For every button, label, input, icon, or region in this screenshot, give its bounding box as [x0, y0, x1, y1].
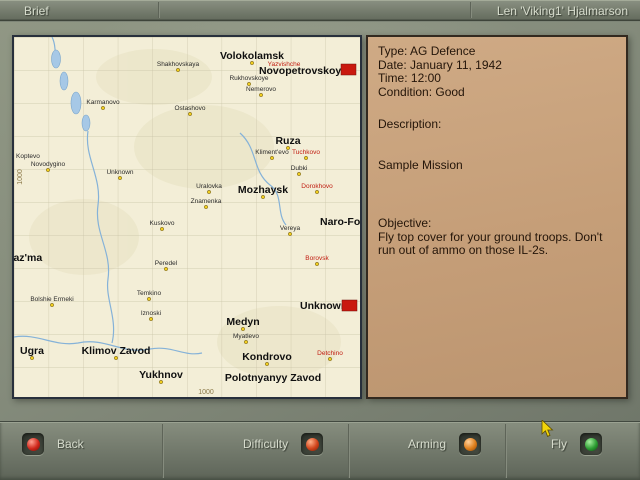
- map-town-label: Ostashovo: [174, 105, 205, 112]
- map-grid: [14, 37, 360, 397]
- map-town-dot: [118, 176, 122, 180]
- map-town-dot: [101, 106, 105, 110]
- map-town-dot: [160, 227, 164, 231]
- top-bar-seam: [158, 2, 160, 18]
- fly-button[interactable]: Fly: [551, 433, 602, 455]
- map-town-dot: [176, 68, 180, 72]
- map-town-label: Nemerovo: [246, 86, 276, 93]
- map-town-label: Ruza: [275, 135, 300, 147]
- map-town-label: Kondrovo: [242, 351, 292, 363]
- map-town-label: 1000: [198, 389, 214, 396]
- map-town-label: Temkino: [137, 290, 162, 297]
- mouse-cursor: [541, 420, 554, 437]
- map-town-label: 1000: [17, 169, 24, 185]
- map-town-dot: [315, 262, 319, 266]
- map-town-label: Znamenka: [191, 198, 222, 205]
- map-town-dot: [297, 172, 301, 176]
- map-town-dot: [164, 267, 168, 271]
- arming-button-label[interactable]: Arming: [408, 437, 446, 451]
- map-town-label: Mozhaysk: [238, 184, 288, 196]
- bottom-bar-seam: [162, 424, 164, 478]
- brief-objective-label: Objective:: [378, 216, 432, 230]
- briefing-panel: Type: AG Defence Date: January 11, 1942 …: [366, 35, 628, 399]
- map-town-dot: [46, 168, 50, 172]
- map-town-dot: [315, 190, 319, 194]
- brief-type-line: Type: AG Defence: [378, 44, 476, 58]
- bottom-bar-seam: [505, 424, 507, 478]
- top-bar: Brief Len 'Viking1' Hjalmarson: [0, 0, 640, 21]
- map-town-label: Ugra: [20, 345, 44, 357]
- map-town-dot: [328, 357, 332, 361]
- map-town-label: Yukhnov: [139, 369, 183, 381]
- map-red-marker: [341, 299, 358, 312]
- map-town-label: Peredel: [155, 260, 178, 267]
- fly-knob-icon[interactable]: [580, 433, 602, 455]
- map-town-label: Dorokhovo: [301, 183, 333, 190]
- brief-objective-text: Fly top cover for your ground troops. Do…: [378, 229, 603, 257]
- map-town-dot: [207, 190, 211, 194]
- map-town-label: Rukhovskoye: [229, 75, 268, 82]
- map-town-label: Medyn: [226, 316, 259, 328]
- back-button[interactable]: Back: [22, 433, 84, 455]
- map-town-label: Novodygino: [31, 161, 66, 168]
- map-town-dot: [188, 112, 192, 116]
- bottom-bar-seam: [348, 424, 350, 478]
- map-town-label: Kliment'evo: [255, 149, 289, 156]
- map-town-label: Vereya: [280, 225, 301, 232]
- map-town-label: Borovsk: [305, 255, 329, 262]
- map-town-dot: [50, 303, 54, 307]
- map-town-label: Iznoski: [141, 310, 161, 317]
- map-town-label: Koptevo: [16, 153, 40, 160]
- arming-knob-icon[interactable]: [459, 433, 482, 455]
- map-town-dot: [270, 156, 274, 160]
- brief-description-text: Sample Mission: [378, 157, 463, 172]
- map-town-label: Yazvishche: [268, 61, 301, 68]
- map-town-label: Unknown: [106, 169, 133, 176]
- map-town-dot: [259, 93, 263, 97]
- map-town-label: Shakhovskaya: [157, 61, 200, 68]
- map-town-label: Bolshie Ermeki: [30, 296, 73, 303]
- map-town-dot: [244, 340, 248, 344]
- top-bar-seam: [470, 2, 472, 18]
- brief-date-line: Date: January 11, 1942: [378, 57, 502, 72]
- map-town-label: Polotnyanyy Zavod: [225, 372, 321, 384]
- map-town-dot: [149, 317, 153, 321]
- brief-description-label: Description:: [378, 117, 442, 131]
- map-town-label: Vyaz'ma: [14, 252, 42, 264]
- arming-button[interactable]: Arming: [408, 433, 482, 455]
- map-town-dot: [204, 205, 208, 209]
- screen-title: Brief: [24, 4, 49, 18]
- brief-time-line: Time: 12:00: [378, 71, 441, 85]
- difficulty-button-label[interactable]: Difficulty: [243, 437, 288, 451]
- brief-condition-line: Condition: Good: [378, 84, 465, 99]
- map-town-label: Uralovka: [196, 183, 222, 190]
- map-town-label: Naro-Fominsk: [320, 216, 360, 228]
- back-button-label[interactable]: Back: [57, 437, 84, 451]
- map-town-dot: [304, 156, 308, 160]
- map-red-marker: [340, 63, 357, 76]
- map-town-label: Karmanovo: [86, 99, 120, 106]
- map-town-label: Kuskovo: [150, 220, 175, 227]
- back-knob-icon[interactable]: [22, 433, 44, 455]
- pilot-name: Len 'Viking1' Hjalmarson: [496, 4, 628, 18]
- difficulty-button[interactable]: Difficulty: [243, 433, 324, 455]
- map-town-label: Myatlevo: [233, 333, 259, 340]
- map-town-label: Dubki: [291, 165, 308, 172]
- map-svg: VolokolamskNovopetrovskoyeRuzaMozhayskNa…: [14, 37, 360, 397]
- fly-button-label[interactable]: Fly: [551, 437, 567, 451]
- difficulty-knob-icon[interactable]: [301, 433, 324, 455]
- map-town-label: Klimov Zavod: [82, 345, 151, 357]
- mission-map-panel[interactable]: Volokolamsk Novopetrovskoye Ruza Mozhaysk Na…: [12, 35, 362, 399]
- map-town-dot: [288, 232, 292, 236]
- map-town-label: Tuchkovo: [292, 149, 320, 156]
- map-town-dot: [147, 297, 151, 301]
- map-town-label: Detchino: [317, 350, 343, 357]
- map-town-label: Unknown: [300, 300, 347, 312]
